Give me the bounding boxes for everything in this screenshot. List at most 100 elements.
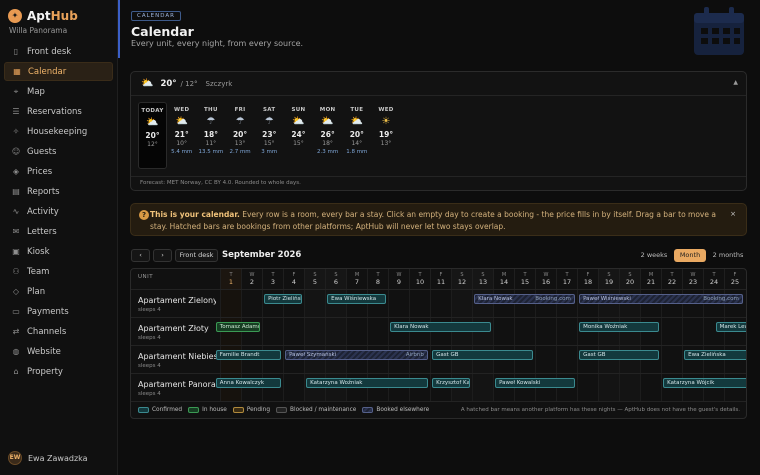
sidebar-item-channels[interactable]: ⇄ Channels: [4, 322, 113, 341]
booking-bar[interactable]: Paweł Kowalski: [495, 378, 575, 388]
sidebar-item-label: Team: [27, 266, 50, 277]
sidebar-item-property[interactable]: ⌂ Property: [4, 362, 113, 381]
forecast-high: 26°: [320, 130, 335, 139]
forecast-precipitation: 3 mm: [261, 149, 278, 155]
banner-bold: This is your calendar.: [150, 210, 240, 219]
sidebar-item-team[interactable]: ⚇ Team: [4, 262, 113, 281]
booking-bar[interactable]: Krzysztof Kamiński: [432, 378, 470, 388]
sidebar-item-reservations[interactable]: ☰ Reservations: [4, 102, 113, 121]
weather-current: ⛅ 20° / 12° Szczyrk: [141, 78, 232, 89]
sidebar: ✦ AptHub Willa Panorama ▯ Front desk ▦ Cale…: [0, 0, 118, 475]
booking-bar[interactable]: Ewa Wiśniewska: [327, 294, 386, 304]
calendar-cell[interactable]: [409, 290, 430, 317]
forecast-day: WED ☀ 19° 13°: [372, 102, 401, 169]
range-2-weeks[interactable]: 2 weeks: [637, 249, 671, 262]
front-desk-button[interactable]: Front desk: [175, 249, 218, 262]
calendar-cell[interactable]: [283, 318, 304, 345]
calendar-cell[interactable]: [661, 346, 682, 373]
booking-bar[interactable]: Tomasz Adamczyk: [215, 322, 260, 332]
sidebar-item-letters[interactable]: ✉ Letters: [4, 222, 113, 241]
calendar-cell[interactable]: [514, 318, 535, 345]
sidebar-item-website[interactable]: ◍ Website: [4, 342, 113, 361]
calendar-cell[interactable]: [535, 346, 556, 373]
calendar-cell[interactable]: [556, 318, 577, 345]
day-number: 3: [270, 278, 276, 286]
sidebar-item-payments[interactable]: ▭ Payments: [4, 302, 113, 321]
sidebar-item-kiosk[interactable]: ▣ Kiosk: [4, 242, 113, 261]
sidebar-item-label: Guests: [27, 146, 57, 157]
calendar-cell[interactable]: [682, 318, 703, 345]
booking-bar[interactable]: Paweł Szymański Airbnb: [285, 350, 428, 360]
calendar-cell[interactable]: [661, 318, 682, 345]
calendar-cell[interactable]: [472, 374, 493, 401]
user-profile[interactable]: EW Ewa Zawadzka: [8, 451, 88, 465]
sidebar-item-activity[interactable]: ∿ Activity: [4, 202, 113, 221]
close-banner-button[interactable]: ×: [730, 210, 736, 218]
calendar-icon: ▦: [13, 67, 21, 76]
booking-bar[interactable]: Anna Kowalczyk: [215, 378, 281, 388]
range-month[interactable]: Month: [674, 249, 706, 262]
booking-bar[interactable]: Ewa Zielińska: [684, 350, 746, 360]
banner-text: This is your calendar. Every row is a ro…: [150, 209, 730, 232]
brand[interactable]: ✦ AptHub: [8, 9, 78, 23]
booking-guest: Gast GB: [583, 352, 606, 358]
sidebar-item-reports[interactable]: ▤ Reports: [4, 182, 113, 201]
calendar-cell[interactable]: [388, 290, 409, 317]
sidebar-item-guests[interactable]: ☺ Guests: [4, 142, 113, 161]
prev-month-button[interactable]: ‹: [131, 249, 150, 262]
forecast-high: 20°: [349, 130, 364, 139]
calendar-cell[interactable]: [283, 374, 304, 401]
sidebar-item-prices[interactable]: ◈ Prices: [4, 162, 113, 181]
day-column-header: M 21: [640, 269, 661, 289]
forecast-low: 18°: [322, 140, 333, 147]
sidebar-item-label: Reservations: [27, 106, 82, 117]
booking-bar[interactable]: Gast GB: [432, 350, 533, 360]
booking-bar[interactable]: Piotr Zieliński: [264, 294, 302, 304]
calendar-cell[interactable]: [241, 290, 262, 317]
booking-bar[interactable]: Gast GB: [579, 350, 659, 360]
calendar-cell[interactable]: [598, 374, 619, 401]
sidebar-item-front-desk[interactable]: ▯ Front desk: [4, 42, 113, 61]
booking-bar[interactable]: Katarzyna Woźniak: [306, 378, 428, 388]
calendar-cell[interactable]: [367, 318, 388, 345]
calendar-cell[interactable]: [640, 374, 661, 401]
booking-bar[interactable]: Monika Woźniak: [579, 322, 659, 332]
sidebar-item-plan[interactable]: ◇ Plan: [4, 282, 113, 301]
day-column-header: S 13: [472, 269, 493, 289]
booking-bar[interactable]: Paweł Wiśniewski Booking.com: [579, 294, 743, 304]
booking-guest: Ewa Zielińska: [688, 352, 726, 358]
calendar-cell[interactable]: [325, 318, 346, 345]
calendar-cell[interactable]: [220, 290, 241, 317]
sidebar-item-calendar[interactable]: ▦ Calendar: [4, 62, 113, 81]
calendar-cell[interactable]: [535, 318, 556, 345]
avatar: EW: [8, 451, 22, 465]
booking-bar[interactable]: Klara Nowak: [390, 322, 491, 332]
range-2-months[interactable]: 2 months: [709, 249, 747, 262]
calendar-cell[interactable]: [304, 318, 325, 345]
calendar-cell[interactable]: [451, 290, 472, 317]
day-column-header: T 17: [556, 269, 577, 289]
booking-bar[interactable]: Klara Nowak Booking.com: [474, 294, 575, 304]
booking-bar[interactable]: Familie Brandt: [215, 350, 281, 360]
sidebar-item-map[interactable]: ⌖ Map: [4, 82, 113, 101]
calendar-cell[interactable]: [556, 346, 577, 373]
day-number: 1: [228, 278, 234, 286]
calendar-cell[interactable]: [619, 374, 640, 401]
month-label: September 2026: [222, 250, 302, 260]
calendar-cell[interactable]: [577, 374, 598, 401]
day-number: 7: [354, 278, 360, 286]
booking-bar[interactable]: Katarzyna Wójcik: [663, 378, 746, 388]
calendar-cell[interactable]: [304, 290, 325, 317]
booking-source: Booking.com: [535, 296, 571, 302]
next-month-button[interactable]: ›: [153, 249, 172, 262]
calendar-cell[interactable]: [346, 318, 367, 345]
page-subtitle: Every unit, every night, from every sour…: [131, 39, 304, 48]
sidebar-item-housekeeping[interactable]: ✧ Housekeeping: [4, 122, 113, 141]
calendar-watermark-icon: [694, 7, 744, 55]
collapse-weather-button[interactable]: ▲: [733, 79, 738, 86]
calendar-cell[interactable]: [262, 318, 283, 345]
calendar-cell[interactable]: [430, 290, 451, 317]
people-icon: ☺: [11, 147, 21, 156]
calendar-cell[interactable]: [493, 318, 514, 345]
booking-bar[interactable]: Marek Lewandowski: [715, 322, 746, 332]
